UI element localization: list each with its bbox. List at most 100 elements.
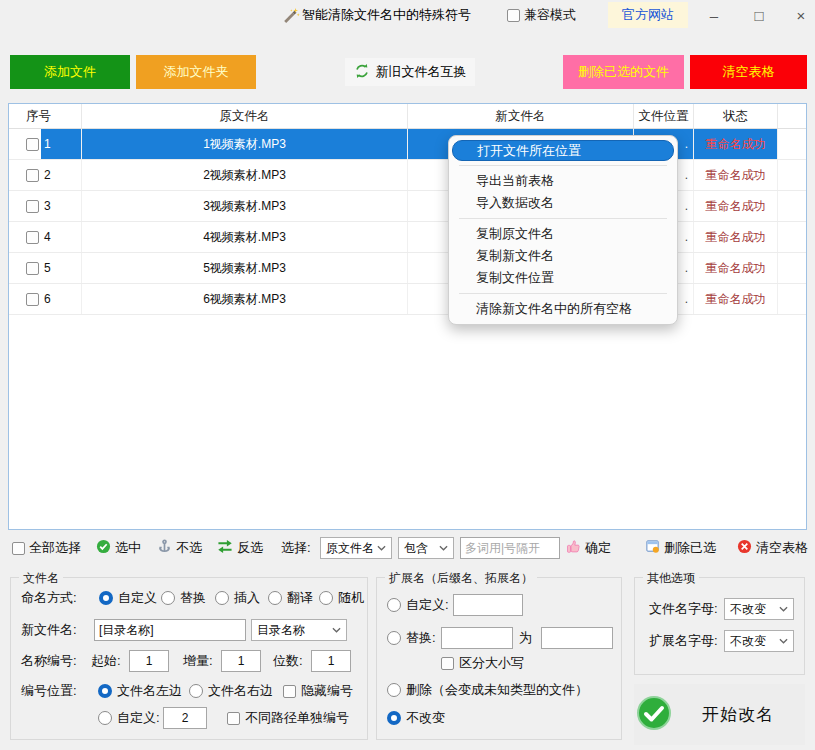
ext-case-select[interactable]: 不改变: [724, 630, 794, 652]
match-select[interactable]: 包含: [398, 537, 454, 559]
radio-number-custom[interactable]: 自定义:: [98, 709, 160, 727]
radio-icon[interactable]: [98, 711, 112, 725]
keyword-input[interactable]: [460, 537, 560, 559]
ext-replace-to-input[interactable]: [541, 627, 613, 649]
radio-number-left[interactable]: 文件名左边: [98, 682, 182, 700]
close-button[interactable]: ×: [786, 0, 815, 30]
radio-icon[interactable]: [161, 591, 175, 605]
hide-number-checkbox[interactable]: [283, 685, 296, 698]
row-checkbox[interactable]: [26, 169, 39, 182]
new-name-label: 新文件名:: [21, 621, 77, 639]
compat-mode-toggle[interactable]: 兼容模式: [507, 0, 576, 30]
step-input[interactable]: [221, 650, 261, 672]
row-checkbox[interactable]: [26, 138, 39, 151]
table-row[interactable]: 5 5视频素材.MP3 . 重命名成功: [9, 253, 806, 284]
radio-random-naming[interactable]: 随机: [319, 589, 364, 607]
radio-icon[interactable]: [215, 591, 229, 605]
radio-number-right[interactable]: 文件名右边: [189, 682, 273, 700]
row-checkbox[interactable]: [26, 200, 39, 213]
radio-insert-naming[interactable]: 插入: [215, 589, 260, 607]
col-header-status[interactable]: 状态: [694, 104, 778, 128]
check-button[interactable]: 选中: [96, 533, 141, 563]
radio-ext-delete[interactable]: 删除（会变成未知类型的文件）: [387, 681, 588, 699]
menu-item-clear-spaces[interactable]: 清除新文件名中的所有空格: [449, 298, 677, 320]
radio-icon[interactable]: [268, 591, 282, 605]
radio-icon[interactable]: [387, 598, 401, 612]
digits-input[interactable]: [311, 650, 351, 672]
custom-position-input[interactable]: [163, 707, 207, 729]
radio-custom-naming[interactable]: 自定义: [99, 589, 157, 607]
add-file-button[interactable]: 添加文件: [10, 55, 130, 89]
radio-replace-naming[interactable]: 替换: [161, 589, 206, 607]
select-all-checkbox[interactable]: [12, 542, 25, 555]
clear-icon: [737, 539, 752, 557]
compat-checkbox[interactable]: [507, 9, 520, 22]
start-rename-button[interactable]: 开始改名: [634, 684, 805, 745]
clear-table-button-2[interactable]: 清空表格: [737, 533, 808, 563]
radio-icon[interactable]: [99, 591, 113, 605]
radio-icon[interactable]: [98, 684, 112, 698]
table-row[interactable]: 1 1视频素材.MP3 . 重命名成功: [9, 129, 806, 160]
radio-icon[interactable]: [319, 591, 333, 605]
old-name-cell: 5视频素材.MP3: [82, 253, 408, 283]
menu-item-copy-old-name[interactable]: 复制原文件名: [449, 223, 677, 245]
filename-panel-title: 文件名: [19, 570, 63, 587]
title-bar: 智能清除文件名中的特殊符号 兼容模式 官方网站 – □ ×: [0, 0, 815, 30]
maximize-button[interactable]: □: [744, 0, 774, 30]
check-icon: [96, 539, 111, 557]
col-header-new-name[interactable]: 新文件名: [408, 104, 634, 128]
swap-names-button[interactable]: 新旧文件名互换: [345, 58, 475, 86]
row-checkbox[interactable]: [26, 231, 39, 244]
table-row[interactable]: 2 2视频素材.MP3 . 重命名成功: [9, 160, 806, 191]
status-cell: 重命名成功: [694, 191, 778, 221]
add-folder-button[interactable]: 添加文件夹: [136, 55, 256, 89]
official-site-button[interactable]: 官方网站: [608, 2, 688, 28]
new-name-input[interactable]: [94, 619, 246, 641]
menu-item-import-rename[interactable]: 导入数据改名: [449, 192, 677, 214]
menu-item-copy-location[interactable]: 复制文件位置: [449, 267, 677, 289]
confirm-button[interactable]: 确定: [566, 533, 611, 563]
radio-ext-keep[interactable]: 不改变: [387, 709, 445, 727]
delete-checked-button[interactable]: 删除已选: [645, 533, 716, 563]
window-title: 智能清除文件名中的特殊符号: [302, 0, 471, 30]
chevron-down-icon: [779, 606, 788, 612]
radio-translate-naming[interactable]: 翻译: [268, 589, 313, 607]
col-header-index[interactable]: 序号: [9, 104, 82, 128]
delete-selected-files-button[interactable]: 删除已选的文件: [563, 55, 684, 89]
anchor-icon: [157, 539, 172, 557]
radio-ext-replace[interactable]: 替换:: [387, 629, 436, 647]
menu-item-open-location[interactable]: 打开文件所在位置: [452, 140, 674, 161]
col-header-location[interactable]: 文件位置: [634, 104, 694, 128]
menu-item-copy-new-name[interactable]: 复制新文件名: [449, 245, 677, 267]
radio-icon[interactable]: [387, 683, 401, 697]
separate-number-toggle[interactable]: 不同路径单独编号: [227, 709, 349, 727]
table-row[interactable]: 6 6视频素材.MP3 . 重命名成功: [9, 284, 806, 315]
menu-item-export-table[interactable]: 导出当前表格: [449, 170, 677, 192]
row-checkbox[interactable]: [26, 262, 39, 275]
ext-replace-from-input[interactable]: [441, 627, 513, 649]
invert-selection-button[interactable]: 反选: [217, 533, 263, 563]
radio-icon[interactable]: [387, 631, 401, 645]
status-cell: 重命名成功: [694, 253, 778, 283]
hide-number-toggle[interactable]: 隐藏编号: [283, 682, 353, 700]
select-all-toggle[interactable]: 全部选择: [12, 533, 81, 563]
table-row[interactable]: 3 3视频素材.MP3 . 重命名成功: [9, 191, 806, 222]
separate-number-checkbox[interactable]: [227, 712, 240, 725]
name-token-select[interactable]: 目录名称: [251, 619, 347, 641]
clear-table-button[interactable]: 清空表格: [690, 55, 807, 89]
field-select[interactable]: 原文件名: [320, 537, 392, 559]
uncheck-button[interactable]: 不选: [157, 533, 202, 563]
filename-case-select[interactable]: 不改变: [724, 598, 794, 620]
start-input[interactable]: [129, 650, 169, 672]
ext-custom-input[interactable]: [453, 594, 523, 616]
old-name-cell: 2视频素材.MP3: [82, 160, 408, 190]
case-sensitive-checkbox[interactable]: [441, 657, 454, 670]
row-checkbox[interactable]: [26, 293, 39, 306]
radio-icon[interactable]: [387, 711, 401, 725]
radio-icon[interactable]: [189, 684, 203, 698]
minimize-button[interactable]: –: [699, 0, 729, 30]
radio-ext-custom[interactable]: 自定义:: [387, 596, 449, 614]
table-row[interactable]: 4 4视频素材.MP3 . 重命名成功: [9, 222, 806, 253]
col-header-old-name[interactable]: 原文件名: [82, 104, 408, 128]
case-sensitive-toggle[interactable]: 区分大小写: [441, 654, 524, 672]
